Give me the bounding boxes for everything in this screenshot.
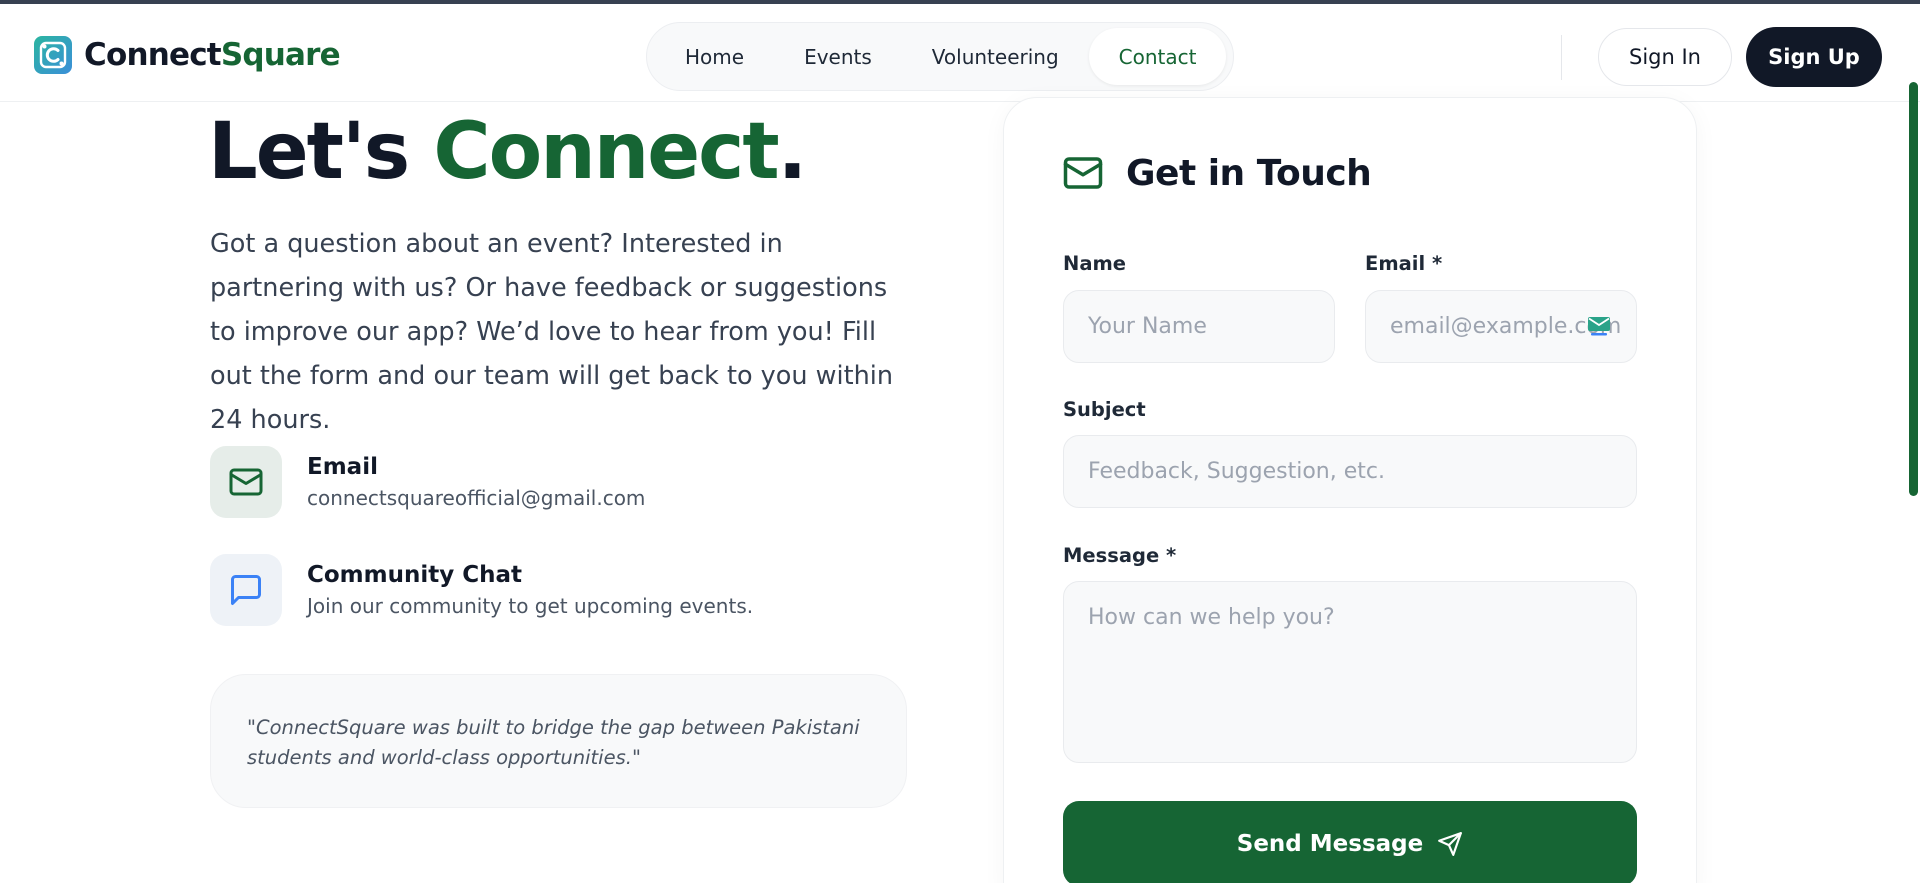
subject-input[interactable]: Feedback, Suggestion, etc.: [1063, 435, 1637, 508]
message-label: Message *: [1063, 544, 1177, 567]
top-navbar: ConnectSquare Home Events Volunteering C…: [0, 4, 1920, 102]
email-placeholder: email@example.com: [1390, 314, 1622, 339]
page-title: Let's Connect.: [208, 107, 807, 197]
quote-text: "ConnectSquare was built to bridge the g…: [247, 716, 860, 769]
scrollbar-thumb[interactable]: [1909, 82, 1918, 496]
send-message-button[interactable]: Send Message: [1063, 801, 1637, 883]
nav-home[interactable]: Home: [655, 28, 774, 85]
subject-label: Subject: [1063, 398, 1146, 421]
intro-text: Got a question about an event? Intereste…: [210, 229, 893, 435]
main-nav: Home Events Volunteering Contact: [646, 22, 1234, 91]
quote-box: "ConnectSquare was built to bridge the g…: [210, 674, 907, 808]
email-input[interactable]: email@example.com: [1365, 290, 1637, 363]
message-textarea[interactable]: How can we help you?: [1063, 581, 1637, 763]
form-header: Get in Touch: [1062, 152, 1372, 194]
email-label: Email *: [1365, 252, 1443, 275]
form-title: Get in Touch: [1126, 152, 1372, 194]
send-icon: [1438, 831, 1463, 856]
header-divider: [1561, 35, 1562, 80]
contact-email-title: Email: [307, 454, 378, 480]
send-message-label: Send Message: [1236, 830, 1424, 857]
nav-events[interactable]: Events: [774, 28, 902, 85]
contact-chat-title: Community Chat: [307, 562, 523, 588]
brand-name: ConnectSquare: [84, 37, 341, 73]
contact-email-item: Email connectsquareofficial@gmail.com: [210, 446, 645, 518]
contact-chat-subtitle: Join our community to get upcoming event…: [307, 594, 754, 618]
contact-email-address[interactable]: connectsquareofficial@gmail.com: [307, 484, 645, 512]
mail-icon: [1063, 157, 1103, 189]
sign-up-button[interactable]: Sign Up: [1746, 27, 1882, 87]
sign-in-button[interactable]: Sign In: [1598, 28, 1732, 86]
name-input[interactable]: Your Name: [1063, 290, 1335, 363]
email-autofill-icon[interactable]: [1588, 317, 1610, 337]
nav-volunteering[interactable]: Volunteering: [902, 28, 1089, 85]
brand-logo[interactable]: ConnectSquare: [34, 36, 341, 74]
name-label: Name: [1063, 252, 1127, 275]
nav-contact[interactable]: Contact: [1088, 28, 1227, 85]
contact-chat-item: Community Chat Join our community to get…: [210, 554, 753, 626]
chat-icon: [210, 554, 282, 626]
logo-icon: [34, 36, 72, 74]
mail-icon: [210, 446, 282, 518]
